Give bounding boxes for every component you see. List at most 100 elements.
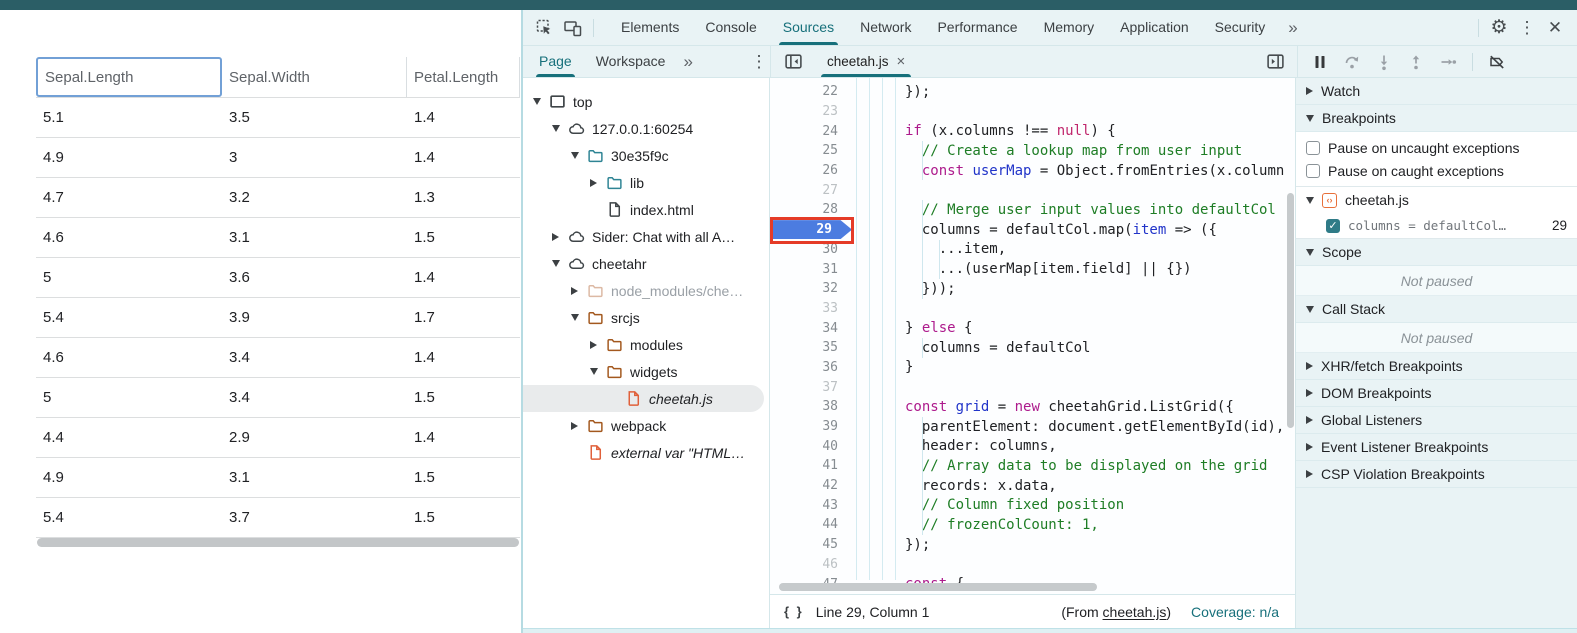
tree-item-srcjs[interactable]: srcjs <box>523 304 769 331</box>
column-header-petal-length[interactable]: Petal.Length <box>407 57 520 97</box>
collapse-debugger-sidebar-icon[interactable] <box>1261 48 1289 76</box>
line-number[interactable]: 46 <box>770 557 852 572</box>
disclosure-down-icon <box>590 368 600 375</box>
section-watch[interactable]: Watch <box>1296 78 1577 105</box>
close-devtools-icon[interactable]: ✕ <box>1541 14 1569 42</box>
tab-security[interactable]: Security <box>1202 10 1279 45</box>
tree-item-lib[interactable]: lib <box>523 169 769 196</box>
tab-network[interactable]: Network <box>847 10 924 45</box>
line-number[interactable]: 28 <box>770 202 852 217</box>
disclosure-down-icon <box>533 98 543 105</box>
step-over-icon[interactable] <box>1338 48 1366 76</box>
navigator-tabs: PageWorkspace <box>527 46 677 77</box>
step-icon[interactable] <box>1434 48 1462 76</box>
line-number[interactable]: 39 <box>770 419 852 434</box>
pause-on-caught-row[interactable]: Pause on caught exceptions <box>1296 159 1577 182</box>
tree-item-sider-chat-with-all-a[interactable]: Sider: Chat with all A… <box>523 223 769 250</box>
pause-script-icon[interactable] <box>1306 48 1334 76</box>
line-number[interactable]: 25 <box>770 143 852 158</box>
tree-item-webpack[interactable]: webpack <box>523 412 769 439</box>
inspect-element-icon[interactable] <box>531 14 559 42</box>
tree-item-127-0-0-1-60254[interactable]: 127.0.0.1:60254 <box>523 115 769 142</box>
section-event-listener-breakpoints[interactable]: Event Listener Breakpoints <box>1296 434 1577 461</box>
line-number[interactable]: 34 <box>770 321 852 336</box>
grid-horizontal-scrollbar[interactable] <box>37 538 519 547</box>
line-number[interactable]: 27 <box>770 183 852 198</box>
line-number[interactable]: 36 <box>770 360 852 375</box>
column-header-sepal-width[interactable]: Sepal.Width <box>222 57 407 97</box>
line-number[interactable]: 37 <box>770 380 852 395</box>
tree-item-top[interactable]: top <box>523 88 769 115</box>
coverage-status[interactable]: Coverage: n/a <box>1191 604 1279 620</box>
tree-item-cheetah-js[interactable]: cheetah.js <box>523 385 764 412</box>
line-number[interactable]: 32 <box>770 281 852 296</box>
section-dom-breakpoints[interactable]: DOM Breakpoints <box>1296 380 1577 407</box>
checkbox-unchecked[interactable] <box>1306 141 1320 155</box>
device-toolbar-icon[interactable] <box>559 14 587 42</box>
section-xhr-fetch-breakpoints[interactable]: XHR/fetch Breakpoints <box>1296 353 1577 380</box>
tree-item-external-var-html[interactable]: external var "HTML… <box>523 439 769 466</box>
table-row: 4.73.21.3 <box>36 177 520 217</box>
table-cell: 4.9 <box>36 469 222 486</box>
column-header-sepal-length[interactable]: Sepal.Length <box>36 57 222 97</box>
line-number[interactable]: 35 <box>770 340 852 355</box>
more-tabs-chevron[interactable]: » <box>1278 18 1307 38</box>
navigator-kebab-icon[interactable]: ⋮ <box>748 48 770 76</box>
editor-horizontal-scrollbar[interactable] <box>779 583 1097 591</box>
line-number[interactable]: 31 <box>770 262 852 277</box>
tree-item-node-modules-che[interactable]: node_modules/che… <box>523 277 769 304</box>
tab-performance[interactable]: Performance <box>924 10 1030 45</box>
line-number[interactable]: 40 <box>770 439 852 454</box>
line-number[interactable]: 23 <box>770 104 852 119</box>
section-breakpoints[interactable]: Breakpoints <box>1296 105 1577 132</box>
pretty-print-icon[interactable]: { } <box>784 604 804 619</box>
tree-item-cheetahr[interactable]: cheetahr <box>523 250 769 277</box>
section-call-stack[interactable]: Call Stack <box>1296 296 1577 323</box>
checkbox-unchecked[interactable] <box>1306 164 1320 178</box>
section-scope[interactable]: Scope <box>1296 239 1577 266</box>
section-global-listeners[interactable]: Global Listeners <box>1296 407 1577 434</box>
step-into-icon[interactable] <box>1370 48 1398 76</box>
settings-gear-icon[interactable]: ⚙ <box>1485 14 1513 42</box>
navigator-more-chevron[interactable]: » <box>677 52 698 72</box>
tab-application[interactable]: Application <box>1107 10 1202 45</box>
step-out-icon[interactable] <box>1402 48 1430 76</box>
line-number[interactable]: 33 <box>770 301 852 316</box>
tab-sources[interactable]: Sources <box>770 10 847 45</box>
close-tab-icon[interactable]: × <box>897 53 906 70</box>
tab-elements[interactable]: Elements <box>608 10 692 45</box>
checkbox-checked[interactable]: ✓ <box>1326 219 1340 233</box>
code-text: // Column fixed position <box>905 497 1124 513</box>
line-number[interactable]: 41 <box>770 458 852 473</box>
breakpoint-entry[interactable]: ✓ columns = defaultCol… 29 <box>1296 213 1577 239</box>
editor-tab-cheetah-js[interactable]: cheetah.js × <box>821 46 911 77</box>
editor-vertical-scrollbar[interactable] <box>1287 193 1294 428</box>
line-number[interactable]: 30 <box>770 242 852 257</box>
kebab-menu-icon[interactable]: ⋮ <box>1513 14 1541 42</box>
navigator-tab-workspace[interactable]: Workspace <box>584 46 678 77</box>
line-number[interactable]: 22 <box>770 84 852 99</box>
tree-item-modules[interactable]: modules <box>523 331 769 358</box>
line-number[interactable]: 45 <box>770 537 852 552</box>
tree-item-widgets[interactable]: widgets <box>523 358 769 385</box>
line-number[interactable]: 24 <box>770 124 852 139</box>
line-number[interactable]: 26 <box>770 163 852 178</box>
section-csp-violation-breakpoints[interactable]: CSP Violation Breakpoints <box>1296 461 1577 488</box>
tree-item-30e35f9c[interactable]: 30e35f9c <box>523 142 769 169</box>
tree-item-index-html[interactable]: index.html <box>523 196 769 223</box>
line-number[interactable]: 44 <box>770 517 852 532</box>
tab-memory[interactable]: Memory <box>1031 10 1108 45</box>
line-number[interactable]: 43 <box>770 498 852 513</box>
line-number[interactable]: 38 <box>770 399 852 414</box>
navigator-tab-page[interactable]: Page <box>527 46 584 77</box>
deactivate-breakpoints-icon[interactable] <box>1483 48 1511 76</box>
collapse-navigator-icon[interactable] <box>779 48 807 76</box>
pause-on-uncaught-row[interactable]: Pause on uncaught exceptions <box>1296 136 1577 159</box>
tab-console[interactable]: Console <box>692 10 769 45</box>
line-number[interactable]: 42 <box>770 478 852 493</box>
source-origin-link[interactable]: cheetah.js <box>1103 604 1167 620</box>
indent-guide <box>922 141 923 161</box>
breakpoint-file-group[interactable]: ‹› cheetah.js <box>1296 187 1577 213</box>
rendered-page: Sepal.LengthSepal.WidthPetal.Length 5.13… <box>0 10 521 633</box>
cloud-icon <box>568 120 585 137</box>
